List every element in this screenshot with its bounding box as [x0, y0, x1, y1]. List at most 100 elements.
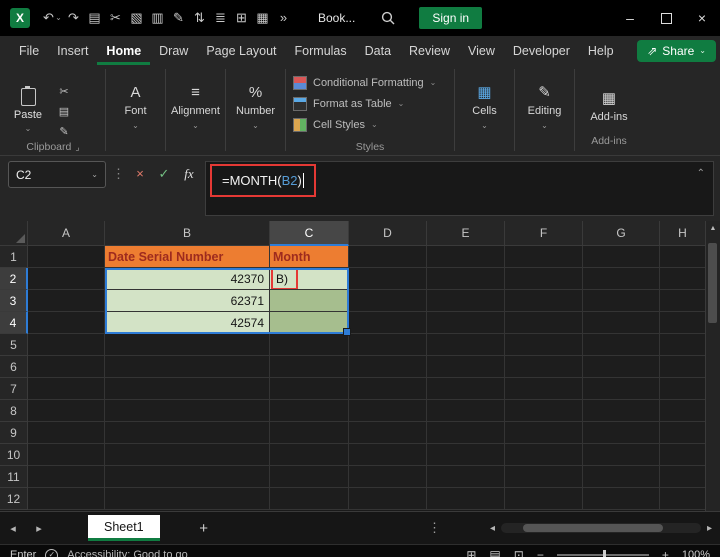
cell-D5[interactable] [349, 334, 427, 356]
horizontal-scrollbar[interactable]: ◂ ▸ [490, 523, 712, 534]
column-header-F[interactable]: F [505, 221, 583, 246]
redo-icon[interactable]: ↷ [63, 0, 84, 36]
column-header-B[interactable]: B [105, 221, 270, 246]
cell-A12[interactable] [28, 488, 105, 510]
normal-view-icon[interactable]: ⊞ [466, 548, 476, 557]
cell-E12[interactable] [427, 488, 505, 510]
cell-H5[interactable] [660, 334, 706, 356]
share-button[interactable]: ⇗ Share ⌄ [637, 39, 716, 62]
cell-H7[interactable] [660, 378, 706, 400]
cell-B3[interactable]: 62371 [105, 290, 270, 312]
cell-D1[interactable] [349, 246, 427, 268]
cell-D12[interactable] [349, 488, 427, 510]
cell-E11[interactable] [427, 466, 505, 488]
accessibility-status[interactable]: Accessibility: Good to go [67, 549, 187, 557]
cell-A9[interactable] [28, 422, 105, 444]
copy-icon[interactable]: ▤ [54, 105, 74, 118]
cell-H9[interactable] [660, 422, 706, 444]
borders-icon[interactable]: ⊞ [231, 0, 252, 36]
cell-H11[interactable] [660, 466, 706, 488]
insert-function-button[interactable]: fx [179, 161, 199, 186]
collapse-formula-bar-icon[interactable]: ⌃ [697, 168, 705, 179]
cell-C10[interactable] [270, 444, 349, 466]
conditional-formatting-button[interactable]: Conditional Formatting ⌄ [293, 72, 436, 93]
menu-tab-developer[interactable]: Developer [504, 36, 579, 65]
cell-B10[interactable] [105, 444, 270, 466]
ribbon-group-number[interactable]: % Number ⌄ [227, 65, 284, 149]
cell-F2[interactable] [505, 268, 583, 290]
cell-F4[interactable] [505, 312, 583, 334]
formula-input[interactable]: =MONTH(B2) ⌃ [205, 161, 714, 216]
copy-icon[interactable]: ▤ [84, 0, 105, 36]
cell-B5[interactable] [105, 334, 270, 356]
close-button[interactable]: × [684, 0, 720, 36]
format-painter-icon[interactable]: ✎ [168, 0, 189, 36]
cell-F9[interactable] [505, 422, 583, 444]
cell-F5[interactable] [505, 334, 583, 356]
cell-C5[interactable] [270, 334, 349, 356]
cancel-button[interactable]: × [131, 161, 149, 186]
cell-G4[interactable] [583, 312, 660, 334]
sheet-options-icon[interactable]: ⋮ [428, 520, 441, 536]
cell-B9[interactable] [105, 422, 270, 444]
sort-icon[interactable]: ⇅ [189, 0, 210, 36]
cell-A4[interactable] [28, 312, 105, 334]
cell-F6[interactable] [505, 356, 583, 378]
minimize-button[interactable]: – [612, 0, 648, 36]
cell-E4[interactable] [427, 312, 505, 334]
cell-F12[interactable] [505, 488, 583, 510]
cell-F10[interactable] [505, 444, 583, 466]
scroll-right-icon[interactable]: ▸ [707, 523, 712, 534]
cell-C7[interactable] [270, 378, 349, 400]
cell-C1[interactable]: Month [270, 246, 349, 268]
page-break-view-icon[interactable]: ⊡ [514, 548, 524, 557]
ribbon-group-alignment[interactable]: ≡ Alignment ⌄ [167, 65, 224, 149]
cell-F8[interactable] [505, 400, 583, 422]
menu-tab-draw[interactable]: Draw [150, 36, 197, 65]
scroll-up-icon[interactable]: ▲ [706, 225, 720, 232]
cell-B1[interactable]: Date Serial Number [105, 246, 270, 268]
cell-G8[interactable] [583, 400, 660, 422]
name-box[interactable]: C2 ⌄ [8, 161, 106, 188]
zoom-slider-thumb[interactable] [602, 550, 606, 557]
row-header-12[interactable]: 12 [0, 488, 28, 510]
cell-D8[interactable] [349, 400, 427, 422]
cell-D6[interactable] [349, 356, 427, 378]
cell-F1[interactable] [505, 246, 583, 268]
dialog-launcher-icon[interactable]: ⌟ [75, 142, 79, 152]
menu-tab-data[interactable]: Data [356, 36, 400, 65]
cell-C2[interactable]: B) [270, 268, 349, 290]
menu-tab-insert[interactable]: Insert [48, 36, 97, 65]
search-icon[interactable] [381, 11, 395, 25]
cell-D4[interactable] [349, 312, 427, 334]
menu-tab-home[interactable]: Home [97, 36, 150, 65]
cell-G5[interactable] [583, 334, 660, 356]
print-icon[interactable]: ≣ [210, 0, 231, 36]
cell-C9[interactable] [270, 422, 349, 444]
page-layout-view-icon[interactable]: ▤ [489, 548, 500, 557]
add-sheet-button[interactable]: + [194, 520, 214, 537]
cell-D3[interactable] [349, 290, 427, 312]
menu-tab-file[interactable]: File [10, 36, 48, 65]
cell-A8[interactable] [28, 400, 105, 422]
cell-H12[interactable] [660, 488, 706, 510]
zoom-in-icon[interactable]: + [662, 548, 669, 557]
cell-B8[interactable] [105, 400, 270, 422]
sheet-nav-right-icon[interactable]: ▸ [26, 522, 52, 535]
sheet-tab-sheet1[interactable]: Sheet1 [88, 515, 160, 541]
cell-G1[interactable] [583, 246, 660, 268]
cut-icon[interactable]: ✂ [54, 85, 74, 98]
ribbon-group-font[interactable]: A Font ⌄ [107, 65, 164, 149]
ribbon-group-cells[interactable]: ▦ Cells ⌄ [456, 65, 513, 149]
cell-D11[interactable] [349, 466, 427, 488]
cell-C11[interactable] [270, 466, 349, 488]
cell-A11[interactable] [28, 466, 105, 488]
cell-E7[interactable] [427, 378, 505, 400]
row-header-11[interactable]: 11 [0, 466, 28, 488]
cell-E1[interactable] [427, 246, 505, 268]
horizontal-scrollbar-thumb[interactable] [522, 524, 663, 532]
cell-G9[interactable] [583, 422, 660, 444]
cell-H2[interactable] [660, 268, 706, 290]
scroll-left-icon[interactable]: ◂ [490, 523, 495, 534]
cell-C12[interactable] [270, 488, 349, 510]
